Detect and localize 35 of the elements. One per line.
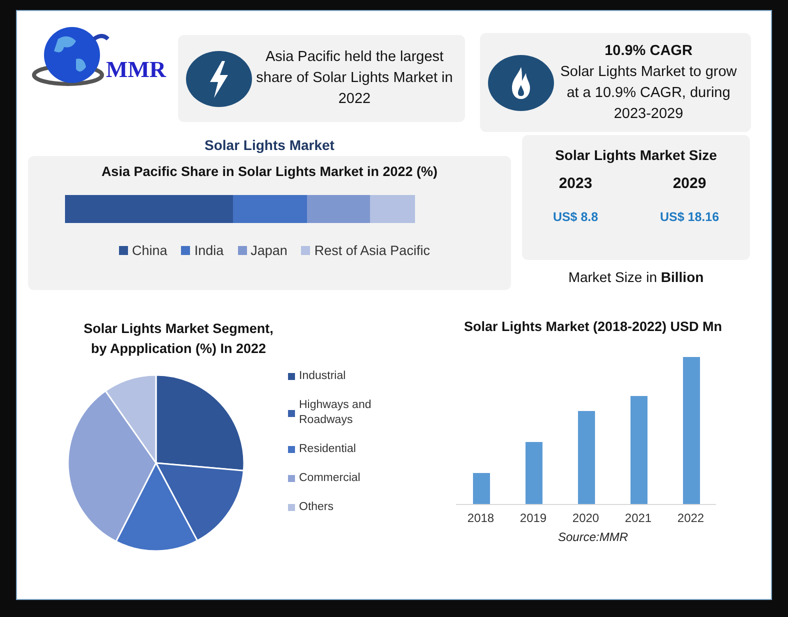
highlight-title: 10.9% CAGR	[604, 42, 692, 60]
market-value: US$ 8.8	[552, 210, 598, 224]
chart-title: Solar Lights Market Segment, by Appplication (%) In 2022	[82, 320, 274, 358]
source-note: Source:MMR	[558, 530, 628, 544]
legend-label: China	[132, 243, 168, 258]
legend-label: Japan	[250, 243, 288, 258]
legend-label: Industrial	[299, 369, 346, 384]
axis-label: 2022	[676, 511, 706, 525]
legend-label: Residential	[299, 442, 356, 457]
axis-label: 2020	[571, 511, 600, 525]
chart-title: Solar Lights Market (2018-2022) USD Mn	[464, 319, 722, 334]
axis-label: 2018	[466, 511, 496, 525]
highlight-text: Asia Pacific held the largest share of Solar Lights Market in 2022	[256, 48, 453, 109]
legend-label: Others	[299, 500, 334, 515]
chart-title: Asia Pacific Share in Solar Lights Market in 2022 (%)	[101, 164, 438, 179]
bar-segment	[306, 195, 370, 223]
size-note: Market Size in Billion	[568, 269, 704, 285]
legend-label: Highways and Roadways	[299, 398, 372, 428]
logo-text: MMR	[106, 57, 166, 83]
flame-icon	[488, 54, 554, 110]
axis-label: 2021	[624, 511, 653, 525]
legend-label: Rest of Asia Pacific	[314, 243, 430, 258]
year-label: 2023	[558, 175, 592, 192]
market-value: US$ 18.16	[660, 210, 720, 224]
bar	[526, 442, 542, 504]
lightning-icon	[186, 50, 252, 106]
panel-title: Solar Lights Market Size	[555, 147, 717, 163]
highlight-text: Solar Lights Market to grow at a 10.9% CAGR, during 2023-2029	[559, 62, 738, 124]
legend-label: India	[194, 243, 224, 258]
bar-segment	[370, 195, 414, 223]
year-label: 2029	[672, 175, 706, 192]
axis-label: 2019	[518, 511, 548, 525]
bar	[473, 473, 490, 504]
section-heading: Solar Lights Market	[204, 137, 334, 153]
legend-label: Commercial	[299, 471, 360, 486]
